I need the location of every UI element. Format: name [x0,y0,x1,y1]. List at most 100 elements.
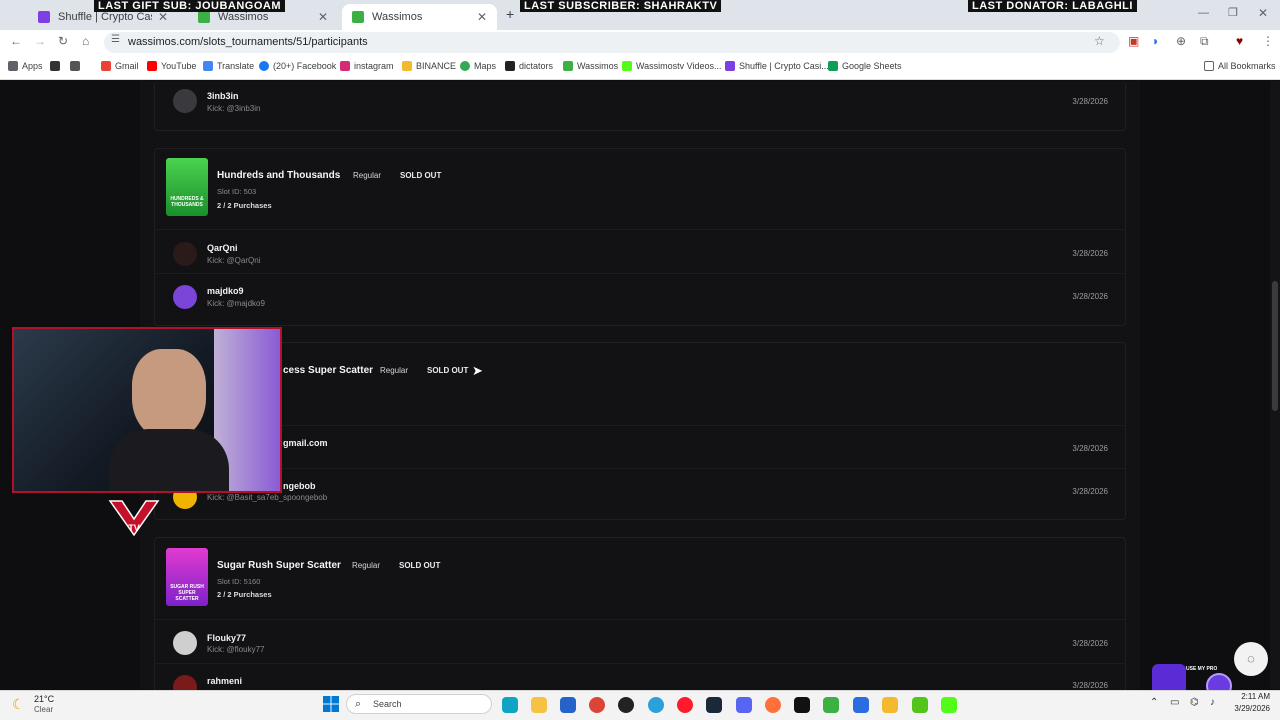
participant-kick: Kick: @majdko9 [207,299,265,308]
telegram-icon[interactable] [648,697,664,713]
participant-date: 3/28/2026 [1072,292,1108,301]
bookmark-dictators[interactable]: dictators [505,61,553,71]
divider [155,468,1125,469]
participant-date: 3/28/2026 [1072,97,1108,106]
maximize-icon[interactable]: ❐ [1228,6,1238,19]
bookmark-youtube[interactable]: YouTube [147,61,196,71]
file-explorer-icon[interactable] [531,697,547,713]
minimize-icon[interactable]: — [1198,7,1209,19]
new-tab-icon[interactable]: + [506,6,514,22]
binance-app-icon[interactable] [882,697,898,713]
bookmark-shuffle[interactable]: Shuffle | Crypto Casi... [725,61,829,71]
slot-thumbnail[interactable]: SUGAR RUSH SUPER SCATTER [166,548,208,606]
weather-desc[interactable]: Clear [34,705,53,714]
windows-taskbar [0,690,1280,720]
page-scrollbar[interactable] [1270,81,1280,689]
bookmark-instagram[interactable]: instagram [340,61,394,71]
wassimos-favicon-icon [352,11,364,23]
divider [155,229,1125,230]
bookmark-binance[interactable]: BINANCE [402,61,456,71]
windows-start-icon[interactable] [323,696,339,712]
bookmark-star-icon[interactable]: ☆ [1094,34,1105,48]
maps-pin-icon [460,61,470,71]
extension-icon[interactable]: ◗ [1152,34,1159,48]
app-icon[interactable] [912,697,928,713]
participant-name: 3inb3in [207,91,239,101]
tray-app-icon[interactable]: ▭ [1170,697,1179,708]
bookmark-wassimostv-videos[interactable]: Wassimostv Videos... [622,61,722,71]
participant-kick: Kick: @QarQni [207,256,261,265]
network-icon[interactable]: ⌬ [1190,697,1199,708]
weather-moon-icon[interactable]: ☾ [12,696,25,713]
site-info-icon[interactable]: ☰ [111,34,120,45]
url-text[interactable]: wassimos.com/slots_tournaments/51/partic… [128,36,368,48]
wassimos-icon [563,61,573,71]
app-icon[interactable] [823,697,839,713]
bookmark-maps[interactable]: Maps [460,61,496,71]
slot-type-badge: Regular [380,366,409,375]
home-icon[interactable]: ⌂ [82,34,89,48]
bookmark-gmail[interactable]: Gmail [101,61,139,71]
search-label: Search [373,699,402,709]
slot-id: Slot ID: 5160 [217,577,261,586]
slot-title: cess Super Scatter [283,365,374,376]
close-tab-icon[interactable]: ✕ [158,10,168,24]
tray-chevron-icon[interactable]: ⌃ [1150,697,1158,708]
scroll-thumb[interactable] [1272,281,1278,411]
tv-logo-icon: TV [108,500,160,537]
all-bookmarks[interactable]: All Bookmarks [1204,61,1276,71]
extensions-puzzle-icon[interactable]: ⧉ [1200,34,1209,49]
taskbar-search[interactable]: ⌕ Search [346,694,492,714]
participant-name: gmail.com [283,438,328,448]
promo-text: USE MY PRO [1186,666,1218,672]
firefox-icon[interactable] [765,697,781,713]
shuffle-icon [725,61,735,71]
bookmark-apps[interactable]: Apps [8,61,43,71]
svg-text:TV: TV [128,523,140,533]
obs-icon[interactable] [618,697,634,713]
bookmark-grid[interactable] [70,61,84,71]
divider [155,619,1125,620]
opera-icon[interactable] [677,697,693,713]
capcut-icon[interactable] [794,697,810,713]
back-icon[interactable]: ← [10,34,22,48]
clock-time[interactable]: 2:11 AM [1230,692,1270,701]
sold-out-badge: SOLD OUT [399,561,441,570]
avatar [173,242,197,266]
kick-app-icon[interactable] [941,697,957,713]
divider [155,663,1125,664]
discord-icon[interactable] [736,697,752,713]
close-tab-icon[interactable]: ✕ [477,10,487,24]
instagram-icon [340,61,350,71]
bookmark-facebook[interactable]: (20+) Facebook [259,61,336,71]
participant-date: 3/28/2026 [1072,681,1108,690]
app-icon[interactable] [853,697,869,713]
bookmark-extra[interactable] [50,61,64,71]
edge-icon[interactable] [502,697,518,713]
steam-icon[interactable] [706,697,722,713]
profile-icon[interactable]: ♥ [1236,34,1243,48]
close-tab-icon[interactable]: ✕ [318,10,328,24]
extension-icon[interactable]: ⊕ [1176,34,1186,48]
chat-bubble-icon[interactable]: ◌ [1234,642,1268,676]
participant-date: 3/28/2026 [1072,444,1108,453]
tab-wassimos-active[interactable]: Wassimos ✕ [342,4,497,30]
chrome-icon[interactable] [589,697,605,713]
bookmark-translate[interactable]: Translate [203,61,254,71]
streamer-shirt [109,429,229,491]
volume-icon[interactable]: ♪ [1210,697,1215,708]
forward-icon[interactable]: → [34,34,46,48]
reload-icon[interactable]: ↻ [58,34,68,48]
store-icon[interactable] [560,697,576,713]
menu-icon[interactable]: ⋮ [1262,34,1274,48]
extension-icon[interactable]: ▣ [1128,34,1139,48]
bookmark-wassimos[interactable]: Wassimos [563,61,618,71]
binance-icon [402,61,412,71]
clock-date[interactable]: 3/29/2026 [1226,704,1270,713]
slot-thumbnail[interactable]: HUNDREDS & THOUSANDS [166,158,208,216]
bookmark-google-sheets[interactable]: Google Sheets [828,61,902,71]
apps-grid-icon [8,61,18,71]
mouse-cursor-icon: ➤ [472,363,483,378]
weather-temp[interactable]: 21°C [34,694,54,704]
window-close-icon[interactable]: ✕ [1258,6,1268,20]
